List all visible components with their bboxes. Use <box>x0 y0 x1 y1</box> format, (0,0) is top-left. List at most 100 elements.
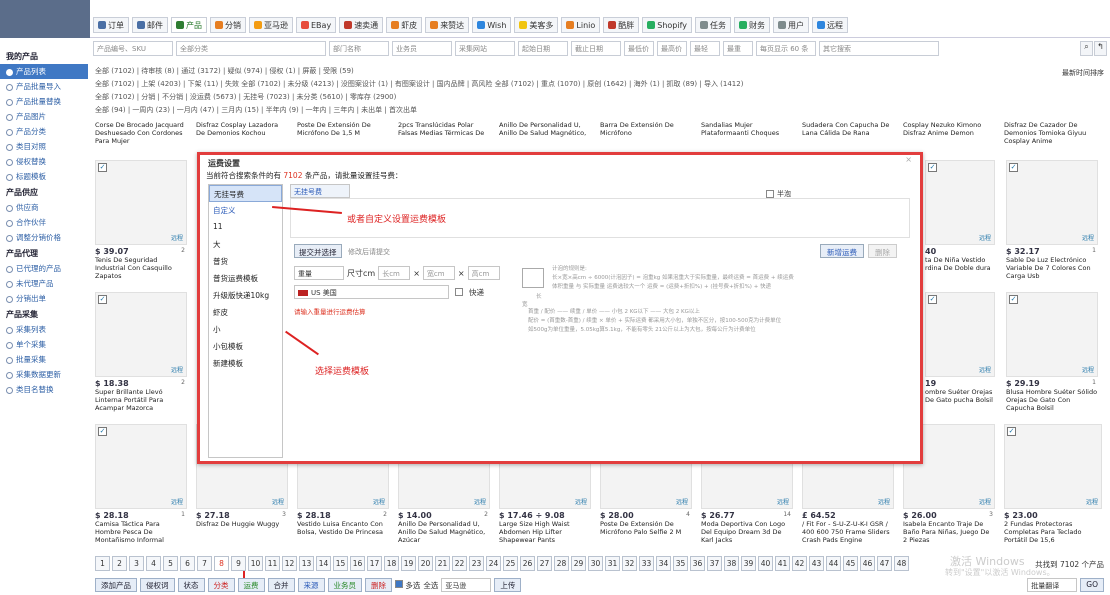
page-button[interactable]: 31 <box>605 556 620 571</box>
page-button[interactable]: 9 <box>231 556 246 571</box>
tab-10[interactable]: 美客多 <box>514 17 559 33</box>
product-image[interactable]: ✓ 远程 <box>95 424 187 509</box>
product-title[interactable]: Vestido Luisa Encanto Con Bolsa, Vestido… <box>297 520 389 536</box>
source-link[interactable]: 远程 <box>171 497 183 506</box>
page-button[interactable]: 33 <box>639 556 654 571</box>
product-title[interactable]: ta De Niña Vestido rdina De Doble dura <box>925 256 995 272</box>
source-link[interactable]: 远程 <box>171 365 183 374</box>
select-checkbox[interactable]: ✓ <box>928 295 937 304</box>
stats-row-audit[interactable]: 全部 (7102) | 待审核 (8) | 通过 (3172) | 疑似 (97… <box>95 66 1105 79</box>
source-link[interactable]: 远程 <box>777 497 789 506</box>
page-button[interactable]: 5 <box>163 556 178 571</box>
page-button[interactable]: 21 <box>435 556 450 571</box>
product-card[interactable]: ✓ 远程 19 ombre Suéter Orejas De Gato pucha B… <box>925 292 995 404</box>
product-image[interactable]: ✓ 远程 <box>1006 160 1098 245</box>
go-button[interactable]: GO <box>1080 578 1104 592</box>
template-item[interactable]: 普货 <box>209 253 282 270</box>
template-item[interactable]: 自定义 <box>209 202 282 219</box>
add-product-button[interactable]: 添加产品 <box>95 578 137 592</box>
tab-4[interactable]: 亚马逊 <box>249 17 293 33</box>
select-checkbox[interactable]: ✓ <box>1009 163 1018 172</box>
page-button[interactable]: 47 <box>877 556 892 571</box>
platform-select[interactable]: 亚马逊 <box>441 578 492 592</box>
product-title[interactable]: Camisa Táctica Para Hombre Pesca De Mont… <box>95 520 187 544</box>
filter-8[interactable]: 最高价 <box>657 41 687 56</box>
length-input[interactable]: 长cm <box>378 266 411 280</box>
source-link[interactable]: 远程 <box>373 497 385 506</box>
source-link[interactable]: 远程 <box>1082 233 1094 242</box>
page-button[interactable]: 22 <box>452 556 467 571</box>
template-item[interactable]: 普货运费模板 <box>209 270 282 287</box>
product-card[interactable]: ✓ 远程 $ 23.00 2 Fundas Protectoras Completas… <box>1004 424 1102 544</box>
sidebar-item[interactable]: 单个采集 <box>0 337 88 352</box>
infringe-word-button[interactable]: 侵权词 <box>140 578 175 592</box>
add-shipping-button[interactable]: 新增运费 <box>820 244 864 258</box>
product-title[interactable]: Moda Deportiva Con Logo Del Equipo Dream… <box>701 520 793 544</box>
height-input[interactable]: 高cm <box>467 266 500 280</box>
filter-4[interactable]: 采集网站 <box>455 41 515 56</box>
product-title[interactable]: ombre Suéter Orejas De Gato pucha Bolsil <box>925 388 995 404</box>
sidebar-item[interactable]: 产品图片 <box>0 109 88 124</box>
search-button[interactable]: ⌕ <box>1080 41 1093 56</box>
filter-0[interactable]: 产品编号、SKU <box>93 41 173 56</box>
page-button[interactable]: 7 <box>197 556 212 571</box>
page-button[interactable]: 10 <box>248 556 263 571</box>
page-button[interactable]: 2 <box>112 556 127 571</box>
sidebar-item[interactable]: 类目对照 <box>0 139 88 154</box>
product-title[interactable]: Tenis De Seguridad Industrial Con Casqui… <box>95 256 187 280</box>
source-link[interactable]: 远程 <box>1082 365 1094 374</box>
sidebar-item[interactable]: 调整分销价格 <box>0 230 88 245</box>
page-button[interactable]: 27 <box>537 556 552 571</box>
filter-3[interactable]: 业务员 <box>392 41 452 56</box>
tab-13[interactable]: Shopify <box>642 17 693 33</box>
page-button[interactable]: 18 <box>384 556 399 571</box>
template-item[interactable]: 小 <box>209 321 282 338</box>
sort-dropdown[interactable]: 最新时间排序 <box>1062 68 1104 78</box>
product-title[interactable]: Sable De Luz Electrónico Variable De 7 C… <box>1006 256 1098 280</box>
back-button[interactable]: ↰ <box>1094 41 1107 56</box>
product-image[interactable]: ✓ 远程 <box>925 292 995 377</box>
product-card[interactable]: ✓ 远程 $ 32.17 1 Sable De Luz Electrónico Vari… <box>1006 160 1098 280</box>
template-item[interactable]: 升级版快递10kg <box>209 287 282 304</box>
product-image[interactable]: ✓ 远程 <box>95 160 187 245</box>
tab-6[interactable]: 速卖通 <box>339 17 384 33</box>
page-button[interactable]: 25 <box>503 556 518 571</box>
template-item[interactable]: 11 <box>209 219 282 236</box>
select-checkbox[interactable]: ✓ <box>98 427 107 436</box>
select-checkbox[interactable]: ✓ <box>1009 295 1018 304</box>
status-button[interactable]: 状态 <box>177 578 205 592</box>
tab-9[interactable]: Wish <box>472 17 512 33</box>
sidebar-item[interactable]: 分销出单 <box>0 291 88 306</box>
template-item[interactable]: 小包模板 <box>209 338 282 355</box>
tab-14[interactable]: 任务 <box>695 17 732 33</box>
tab-2[interactable]: 产品 <box>171 17 207 33</box>
tab-0[interactable]: 订单 <box>93 17 129 33</box>
page-button[interactable]: 13 <box>299 556 314 571</box>
template-item[interactable]: 大 <box>209 236 282 253</box>
page-button[interactable]: 20 <box>418 556 433 571</box>
page-button[interactable]: 46 <box>860 556 875 571</box>
page-button[interactable]: 38 <box>724 556 739 571</box>
page-button[interactable]: 12 <box>282 556 297 571</box>
product-title[interactable]: Anillo De Personalidad U, Anillo De Salu… <box>398 520 490 544</box>
template-name-input[interactable]: 无挂号费 <box>290 184 350 198</box>
page-button[interactable]: 43 <box>809 556 824 571</box>
source-link[interactable]: 远程 <box>676 497 688 506</box>
source-link[interactable]: 远程 <box>171 233 183 242</box>
page-button[interactable]: 28 <box>554 556 569 571</box>
product-title[interactable]: Isabela Encanto Traje De Baño Para Niñas… <box>903 520 995 544</box>
category-button[interactable]: 分类 <box>207 578 235 592</box>
page-button[interactable]: 36 <box>690 556 705 571</box>
product-title[interactable]: / Fit For - S-U-Z-U-K-I GSR / 400 600 75… <box>802 520 894 544</box>
tab-16[interactable]: 用户 <box>773 17 810 33</box>
multi-select-checkbox[interactable]: 多选 <box>395 579 420 591</box>
source-link[interactable]: 远程 <box>979 497 991 506</box>
page-button[interactable]: 30 <box>588 556 603 571</box>
select-checkbox[interactable]: ✓ <box>98 295 107 304</box>
page-button[interactable]: 15 <box>333 556 348 571</box>
stats-row-status[interactable]: 全部 (7102) | 上架 (4203) | 下架 (11) | 失效 全部 … <box>95 79 1105 92</box>
sidebar-item[interactable]: 采集数据更新 <box>0 367 88 382</box>
page-button[interactable]: 32 <box>622 556 637 571</box>
sidebar-item[interactable]: 合作伙伴 <box>0 215 88 230</box>
product-card[interactable]: ✓ 远程 $ 39.07 2 Tenis De Seguridad Industrial… <box>95 160 187 280</box>
